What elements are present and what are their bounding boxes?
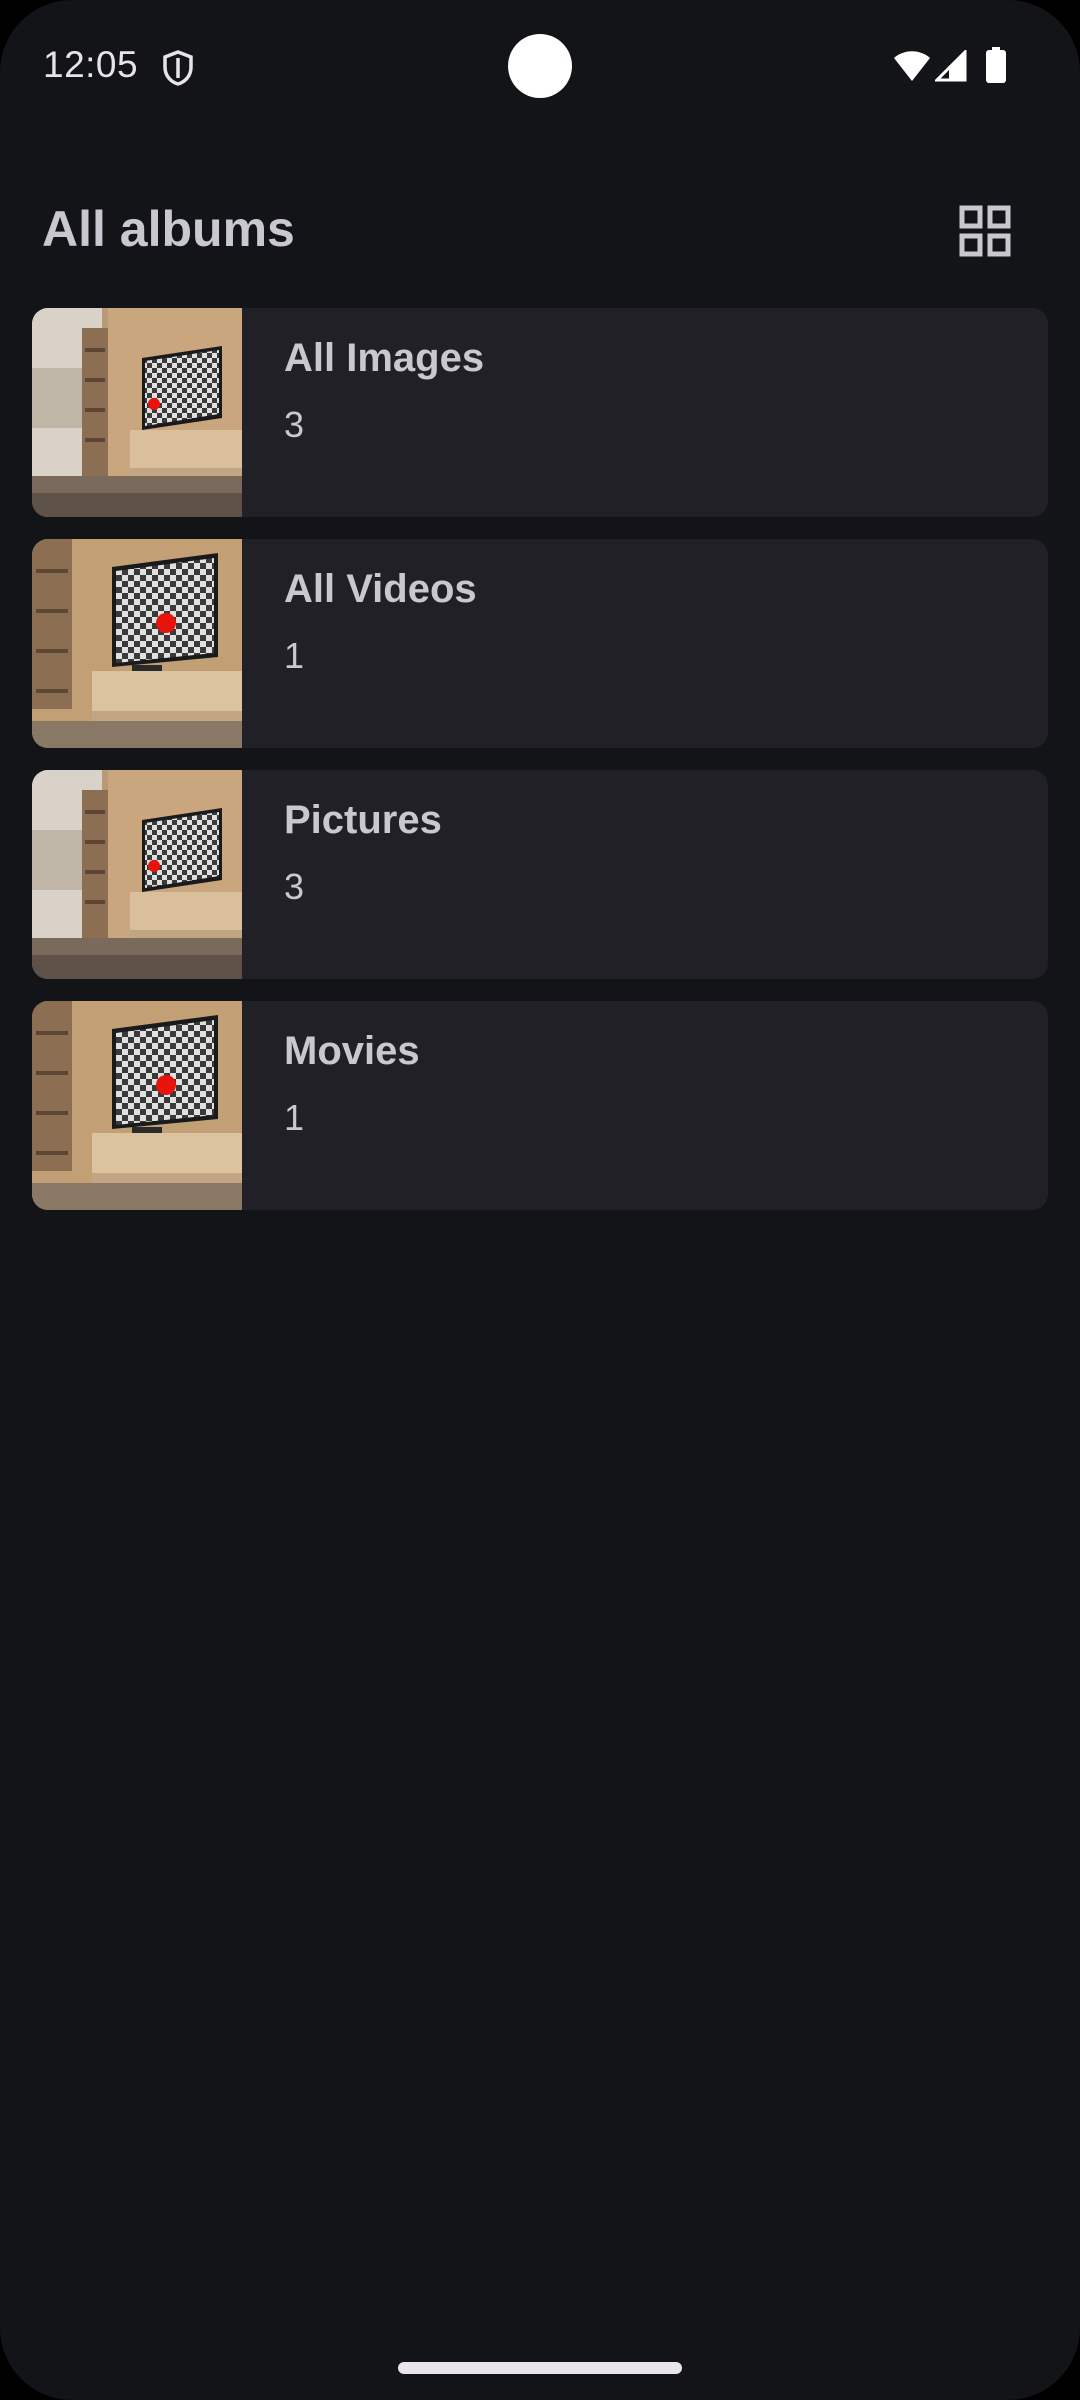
album-thumbnail	[32, 308, 242, 517]
gesture-nav-handle[interactable]	[398, 2362, 682, 2374]
album-thumbnail	[32, 539, 242, 748]
album-count: 3	[284, 866, 305, 907]
album-card-all-videos[interactable]: All Videos 1	[32, 539, 1048, 748]
screen: 12:05 All albums All Images 3 All Videos…	[0, 0, 1080, 2400]
album-thumbnail	[32, 1001, 242, 1210]
status-time: 12:05	[43, 44, 139, 85]
album-count: 1	[284, 635, 305, 676]
album-list: All Images 3 All Videos 1 Pictures 3 Mov…	[32, 308, 1048, 1232]
album-card-all-images[interactable]: All Images 3	[32, 308, 1048, 517]
status-bar: 12:05	[0, 0, 1080, 134]
album-thumbnail	[32, 770, 242, 979]
album-card-movies[interactable]: Movies 1	[32, 1001, 1048, 1210]
grid-view-button[interactable]	[950, 196, 1020, 266]
album-name: All Images	[284, 336, 485, 380]
grid-view-icon	[959, 205, 1011, 257]
album-name: All Videos	[284, 567, 477, 611]
album-count: 1	[284, 1097, 305, 1138]
album-count: 3	[284, 404, 305, 445]
page-title: All albums	[42, 201, 295, 257]
camera-cutout	[508, 34, 572, 98]
album-name: Pictures	[284, 798, 442, 842]
album-name: Movies	[284, 1029, 420, 1073]
album-card-pictures[interactable]: Pictures 3	[32, 770, 1048, 979]
wifi-icon	[894, 51, 930, 81]
shield-icon	[163, 50, 193, 86]
battery-icon	[986, 47, 1006, 83]
cellular-signal-icon	[935, 50, 967, 82]
